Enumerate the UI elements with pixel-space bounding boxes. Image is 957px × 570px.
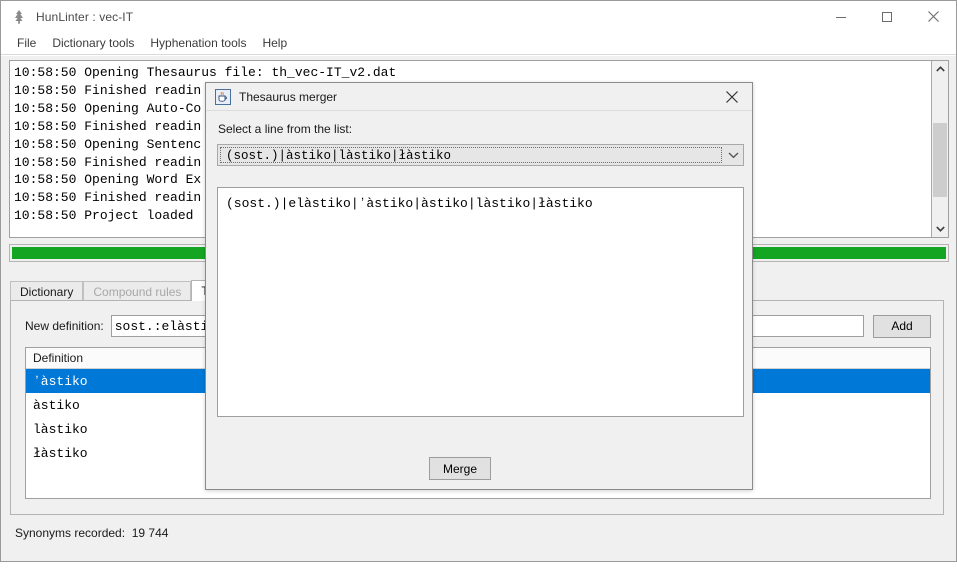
maximize-button[interactable]	[864, 1, 910, 32]
menu-item-hyphenation-tools[interactable]: Hyphenation tools	[142, 34, 254, 52]
line-select-combobox[interactable]: (sost.)|àstiko|làstiko|łàstiko	[217, 144, 744, 166]
window-controls	[818, 1, 956, 32]
dialog-prompt-label: Select a line from the list:	[218, 122, 353, 136]
menu-bar: File Dictionary tools Hyphenation tools …	[1, 32, 956, 55]
menu-item-file[interactable]: File	[9, 34, 44, 52]
menu-item-dictionary-tools[interactable]: Dictionary tools	[44, 34, 142, 52]
merge-button[interactable]: Merge	[429, 457, 491, 480]
scroll-down-button[interactable]	[932, 220, 948, 237]
minimize-button[interactable]	[818, 1, 864, 32]
title-bar: HunLinter : vec-IT	[1, 1, 956, 32]
dialog-title: Thesaurus merger	[239, 89, 338, 104]
dialog-close-button[interactable]	[712, 83, 752, 110]
new-definition-label: New definition:	[25, 319, 104, 333]
log-vertical-scrollbar[interactable]	[931, 61, 948, 237]
background-content-sliver	[0, 562, 957, 570]
scrollbar-thumb[interactable]	[933, 123, 947, 197]
status-bar: Synonyms recorded: 19 744	[15, 526, 169, 540]
merged-preview-textarea[interactable]: (sost.)|elàstiko|ʼàstiko|àstiko|làstiko|…	[217, 187, 744, 417]
menu-item-help[interactable]: Help	[254, 34, 295, 52]
background-text	[12, 562, 19, 570]
window-title: HunLinter : vec-IT	[36, 9, 134, 24]
add-button[interactable]: Add	[873, 314, 931, 338]
chevron-down-icon[interactable]	[724, 145, 743, 165]
thesaurus-merger-dialog: Thesaurus merger Select a line from the …	[205, 82, 753, 490]
close-button[interactable]	[910, 1, 956, 32]
java-coffee-cup-icon	[215, 88, 231, 105]
dialog-title-bar: Thesaurus merger	[206, 83, 752, 111]
app-tree-icon	[11, 9, 27, 25]
tab-dictionary[interactable]: Dictionary	[10, 281, 84, 301]
scroll-up-button[interactable]	[932, 61, 948, 78]
combobox-selected-value: (sost.)|àstiko|làstiko|łàstiko	[220, 147, 722, 163]
tab-compound-rules: Compound rules	[83, 281, 192, 301]
